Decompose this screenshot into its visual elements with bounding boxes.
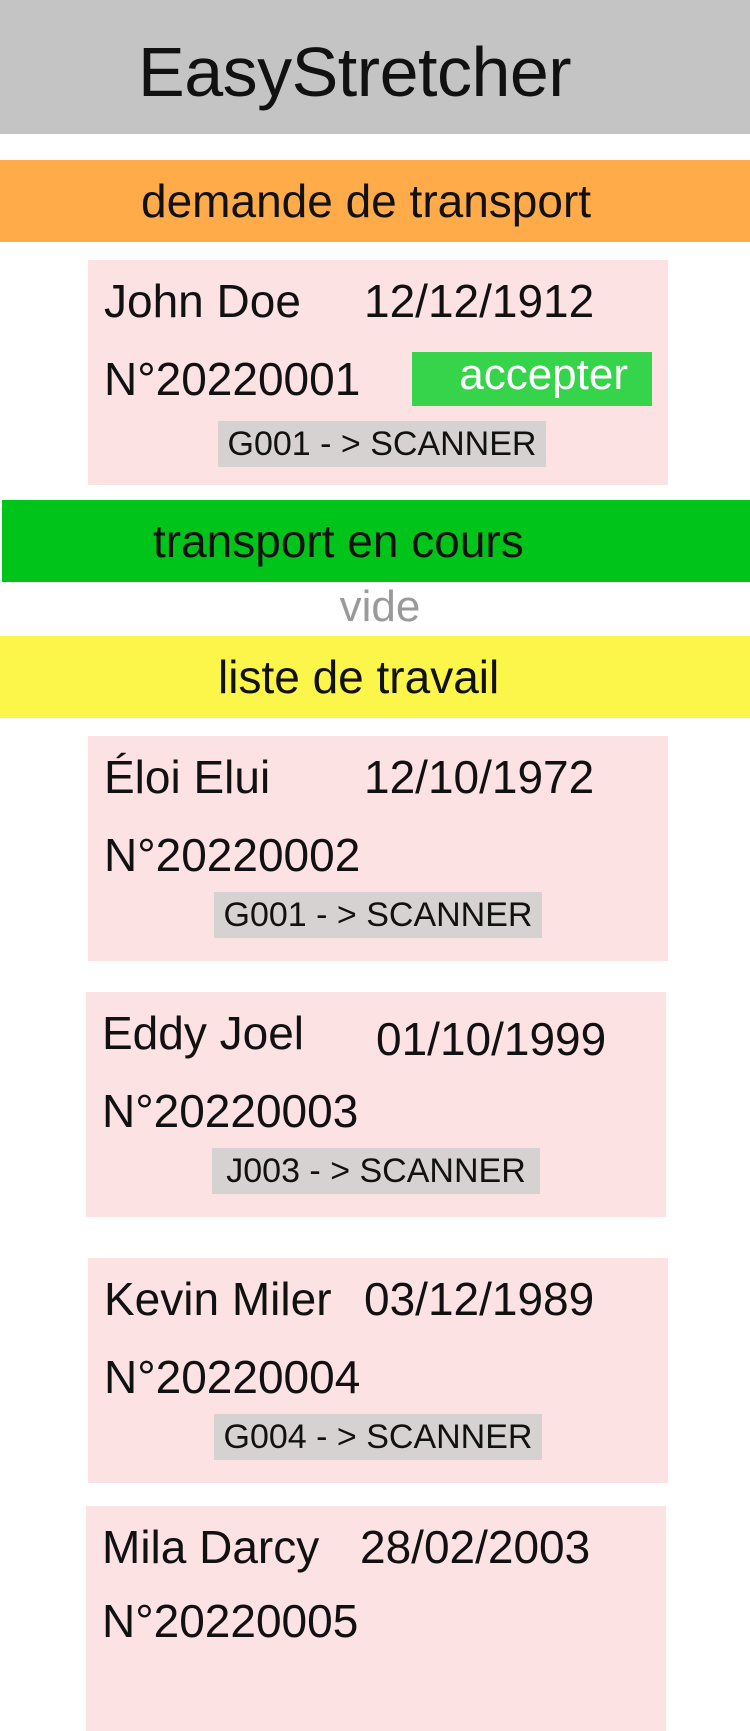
transport-number: N°20220001 xyxy=(104,353,361,405)
patient-dob: 03/12/1989 xyxy=(364,1273,595,1325)
transport-number: N°20220004 xyxy=(104,1351,361,1403)
section-header-worklist: liste de travail xyxy=(0,636,750,718)
patient-dob: 12/12/1912 xyxy=(364,275,595,327)
patient-name: Eddy Joel xyxy=(102,1007,305,1059)
patient-name: John Doe xyxy=(104,275,301,327)
route-chip: G004 - > SCANNER xyxy=(214,1414,542,1460)
accept-button[interactable]: accepter xyxy=(412,352,652,406)
worklist-card[interactable]: Mila Darcy 28/02/2003 N°20220005 xyxy=(86,1506,666,1731)
transport-number: N°20220005 xyxy=(102,1595,359,1647)
section-header-current: transport en cours xyxy=(2,500,750,582)
patient-dob: 12/10/1972 xyxy=(364,751,595,803)
worklist-card[interactable]: Éloi Elui 12/10/1972 N°20220002 G001 - >… xyxy=(88,736,668,961)
patient-dob: 01/10/1999 xyxy=(376,1013,607,1065)
route-chip: G001 - > SCANNER xyxy=(214,892,542,938)
route-chip: J003 - > SCANNER xyxy=(212,1148,540,1194)
worklist-card[interactable]: Eddy Joel 01/10/1999 N°20220003 J003 - >… xyxy=(86,992,666,1217)
patient-name: Éloi Elui xyxy=(104,751,271,803)
request-card[interactable]: John Doe 12/12/1912 N°20220001 accepter … xyxy=(88,260,668,485)
transport-number: N°20220002 xyxy=(104,829,361,881)
worklist-card[interactable]: Kevin Miler 03/12/1989 N°20220004 G004 -… xyxy=(88,1258,668,1483)
section-title-current: transport en cours xyxy=(153,515,524,567)
patient-dob: 28/02/2003 xyxy=(360,1521,591,1573)
section-title-worklist: liste de travail xyxy=(218,651,500,703)
app-title: EasyStretcher xyxy=(138,33,572,111)
patient-name: Kevin Miler xyxy=(104,1273,332,1325)
empty-current-text: vide xyxy=(339,582,421,631)
patient-name: Mila Darcy xyxy=(102,1521,320,1573)
route-chip: G001 - > SCANNER xyxy=(218,421,546,467)
transport-number: N°20220003 xyxy=(102,1085,359,1137)
app-header: EasyStretcher xyxy=(0,0,750,134)
section-header-requests: demande de transport xyxy=(0,160,750,242)
section-title-requests: demande de transport xyxy=(141,175,592,227)
